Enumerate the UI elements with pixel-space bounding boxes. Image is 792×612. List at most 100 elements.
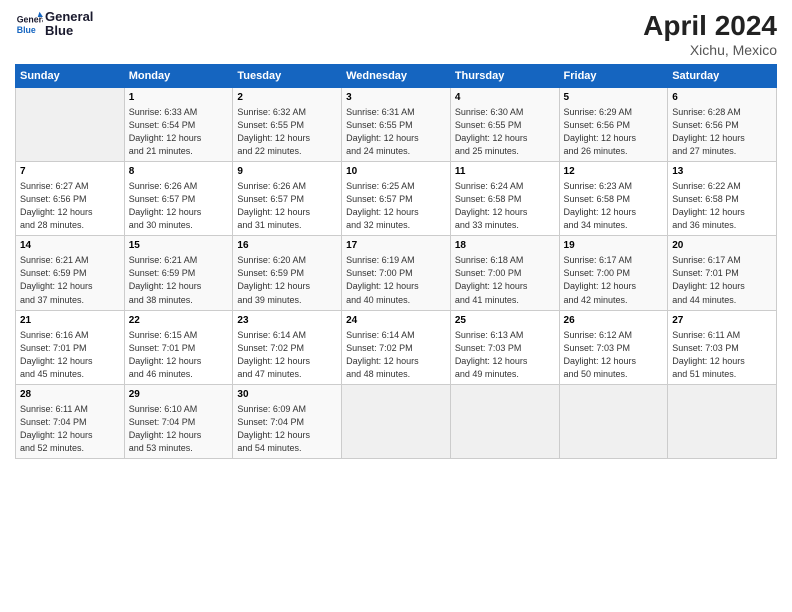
page-container: General Blue General Blue April 2024 Xic… [0, 0, 792, 469]
day-info: Sunrise: 6:33 AM Sunset: 6:54 PM Dayligh… [129, 106, 229, 158]
day-number: 13 [672, 165, 772, 179]
day-info: Sunrise: 6:25 AM Sunset: 6:57 PM Dayligh… [346, 180, 446, 232]
day-number: 22 [129, 314, 229, 328]
day-info: Sunrise: 6:24 AM Sunset: 6:58 PM Dayligh… [455, 180, 555, 232]
col-header-friday: Friday [559, 65, 668, 88]
day-number: 2 [237, 91, 337, 105]
table-cell: 17Sunrise: 6:19 AM Sunset: 7:00 PM Dayli… [342, 236, 451, 310]
week-row-3: 14Sunrise: 6:21 AM Sunset: 6:59 PM Dayli… [16, 236, 777, 310]
day-info: Sunrise: 6:17 AM Sunset: 7:01 PM Dayligh… [672, 254, 772, 306]
table-cell [559, 384, 668, 458]
svg-text:Blue: Blue [17, 25, 36, 35]
table-cell: 23Sunrise: 6:14 AM Sunset: 7:02 PM Dayli… [233, 310, 342, 384]
table-cell: 6Sunrise: 6:28 AM Sunset: 6:56 PM Daylig… [668, 88, 777, 162]
table-cell: 5Sunrise: 6:29 AM Sunset: 6:56 PM Daylig… [559, 88, 668, 162]
day-info: Sunrise: 6:28 AM Sunset: 6:56 PM Dayligh… [672, 106, 772, 158]
table-cell: 30Sunrise: 6:09 AM Sunset: 7:04 PM Dayli… [233, 384, 342, 458]
table-cell [16, 88, 125, 162]
logo-icon: General Blue [15, 10, 43, 38]
col-header-saturday: Saturday [668, 65, 777, 88]
day-info: Sunrise: 6:15 AM Sunset: 7:01 PM Dayligh… [129, 329, 229, 381]
table-cell: 15Sunrise: 6:21 AM Sunset: 6:59 PM Dayli… [124, 236, 233, 310]
day-number: 1 [129, 91, 229, 105]
day-info: Sunrise: 6:17 AM Sunset: 7:00 PM Dayligh… [564, 254, 664, 306]
day-info: Sunrise: 6:30 AM Sunset: 6:55 PM Dayligh… [455, 106, 555, 158]
day-info: Sunrise: 6:21 AM Sunset: 6:59 PM Dayligh… [20, 254, 120, 306]
table-cell: 9Sunrise: 6:26 AM Sunset: 6:57 PM Daylig… [233, 162, 342, 236]
day-number: 6 [672, 91, 772, 105]
table-header: SundayMondayTuesdayWednesdayThursdayFrid… [16, 65, 777, 88]
week-row-5: 28Sunrise: 6:11 AM Sunset: 7:04 PM Dayli… [16, 384, 777, 458]
day-info: Sunrise: 6:20 AM Sunset: 6:59 PM Dayligh… [237, 254, 337, 306]
subtitle: Xichu, Mexico [643, 42, 777, 58]
logo-text-blue: Blue [45, 24, 93, 38]
day-number: 21 [20, 314, 120, 328]
day-info: Sunrise: 6:18 AM Sunset: 7:00 PM Dayligh… [455, 254, 555, 306]
logo: General Blue General Blue [15, 10, 93, 39]
day-info: Sunrise: 6:26 AM Sunset: 6:57 PM Dayligh… [237, 180, 337, 232]
table-cell: 29Sunrise: 6:10 AM Sunset: 7:04 PM Dayli… [124, 384, 233, 458]
table-cell: 26Sunrise: 6:12 AM Sunset: 7:03 PM Dayli… [559, 310, 668, 384]
table-cell: 11Sunrise: 6:24 AM Sunset: 6:58 PM Dayli… [450, 162, 559, 236]
day-number: 23 [237, 314, 337, 328]
table-cell: 20Sunrise: 6:17 AM Sunset: 7:01 PM Dayli… [668, 236, 777, 310]
day-number: 26 [564, 314, 664, 328]
col-header-monday: Monday [124, 65, 233, 88]
table-cell: 19Sunrise: 6:17 AM Sunset: 7:00 PM Dayli… [559, 236, 668, 310]
table-cell: 28Sunrise: 6:11 AM Sunset: 7:04 PM Dayli… [16, 384, 125, 458]
day-number: 28 [20, 388, 120, 402]
table-body: 1Sunrise: 6:33 AM Sunset: 6:54 PM Daylig… [16, 88, 777, 459]
day-info: Sunrise: 6:26 AM Sunset: 6:57 PM Dayligh… [129, 180, 229, 232]
day-number: 29 [129, 388, 229, 402]
table-cell: 14Sunrise: 6:21 AM Sunset: 6:59 PM Dayli… [16, 236, 125, 310]
day-info: Sunrise: 6:09 AM Sunset: 7:04 PM Dayligh… [237, 403, 337, 455]
day-number: 9 [237, 165, 337, 179]
table-cell: 1Sunrise: 6:33 AM Sunset: 6:54 PM Daylig… [124, 88, 233, 162]
table-cell [342, 384, 451, 458]
table-cell: 2Sunrise: 6:32 AM Sunset: 6:55 PM Daylig… [233, 88, 342, 162]
day-number: 25 [455, 314, 555, 328]
day-number: 15 [129, 239, 229, 253]
day-number: 4 [455, 91, 555, 105]
header: General Blue General Blue April 2024 Xic… [15, 10, 777, 58]
table-cell: 21Sunrise: 6:16 AM Sunset: 7:01 PM Dayli… [16, 310, 125, 384]
day-number: 14 [20, 239, 120, 253]
title-block: April 2024 Xichu, Mexico [643, 10, 777, 58]
day-number: 5 [564, 91, 664, 105]
day-number: 27 [672, 314, 772, 328]
table-cell: 25Sunrise: 6:13 AM Sunset: 7:03 PM Dayli… [450, 310, 559, 384]
day-number: 16 [237, 239, 337, 253]
table-cell: 4Sunrise: 6:30 AM Sunset: 6:55 PM Daylig… [450, 88, 559, 162]
day-info: Sunrise: 6:11 AM Sunset: 7:04 PM Dayligh… [20, 403, 120, 455]
day-number: 20 [672, 239, 772, 253]
day-info: Sunrise: 6:21 AM Sunset: 6:59 PM Dayligh… [129, 254, 229, 306]
day-number: 3 [346, 91, 446, 105]
day-info: Sunrise: 6:13 AM Sunset: 7:03 PM Dayligh… [455, 329, 555, 381]
week-row-2: 7Sunrise: 6:27 AM Sunset: 6:56 PM Daylig… [16, 162, 777, 236]
week-row-1: 1Sunrise: 6:33 AM Sunset: 6:54 PM Daylig… [16, 88, 777, 162]
col-header-tuesday: Tuesday [233, 65, 342, 88]
day-info: Sunrise: 6:10 AM Sunset: 7:04 PM Dayligh… [129, 403, 229, 455]
col-header-sunday: Sunday [16, 65, 125, 88]
day-info: Sunrise: 6:27 AM Sunset: 6:56 PM Dayligh… [20, 180, 120, 232]
col-header-thursday: Thursday [450, 65, 559, 88]
day-info: Sunrise: 6:14 AM Sunset: 7:02 PM Dayligh… [346, 329, 446, 381]
table-cell: 18Sunrise: 6:18 AM Sunset: 7:00 PM Dayli… [450, 236, 559, 310]
table-cell [668, 384, 777, 458]
day-number: 11 [455, 165, 555, 179]
day-number: 8 [129, 165, 229, 179]
day-info: Sunrise: 6:23 AM Sunset: 6:58 PM Dayligh… [564, 180, 664, 232]
table-cell: 27Sunrise: 6:11 AM Sunset: 7:03 PM Dayli… [668, 310, 777, 384]
table-cell: 24Sunrise: 6:14 AM Sunset: 7:02 PM Dayli… [342, 310, 451, 384]
day-info: Sunrise: 6:16 AM Sunset: 7:01 PM Dayligh… [20, 329, 120, 381]
table-cell: 22Sunrise: 6:15 AM Sunset: 7:01 PM Dayli… [124, 310, 233, 384]
calendar-table: SundayMondayTuesdayWednesdayThursdayFrid… [15, 64, 777, 459]
logo-text-general: General [45, 10, 93, 24]
day-number: 12 [564, 165, 664, 179]
day-number: 19 [564, 239, 664, 253]
col-header-wednesday: Wednesday [342, 65, 451, 88]
table-cell: 12Sunrise: 6:23 AM Sunset: 6:58 PM Dayli… [559, 162, 668, 236]
day-info: Sunrise: 6:19 AM Sunset: 7:00 PM Dayligh… [346, 254, 446, 306]
main-title: April 2024 [643, 10, 777, 42]
day-info: Sunrise: 6:22 AM Sunset: 6:58 PM Dayligh… [672, 180, 772, 232]
